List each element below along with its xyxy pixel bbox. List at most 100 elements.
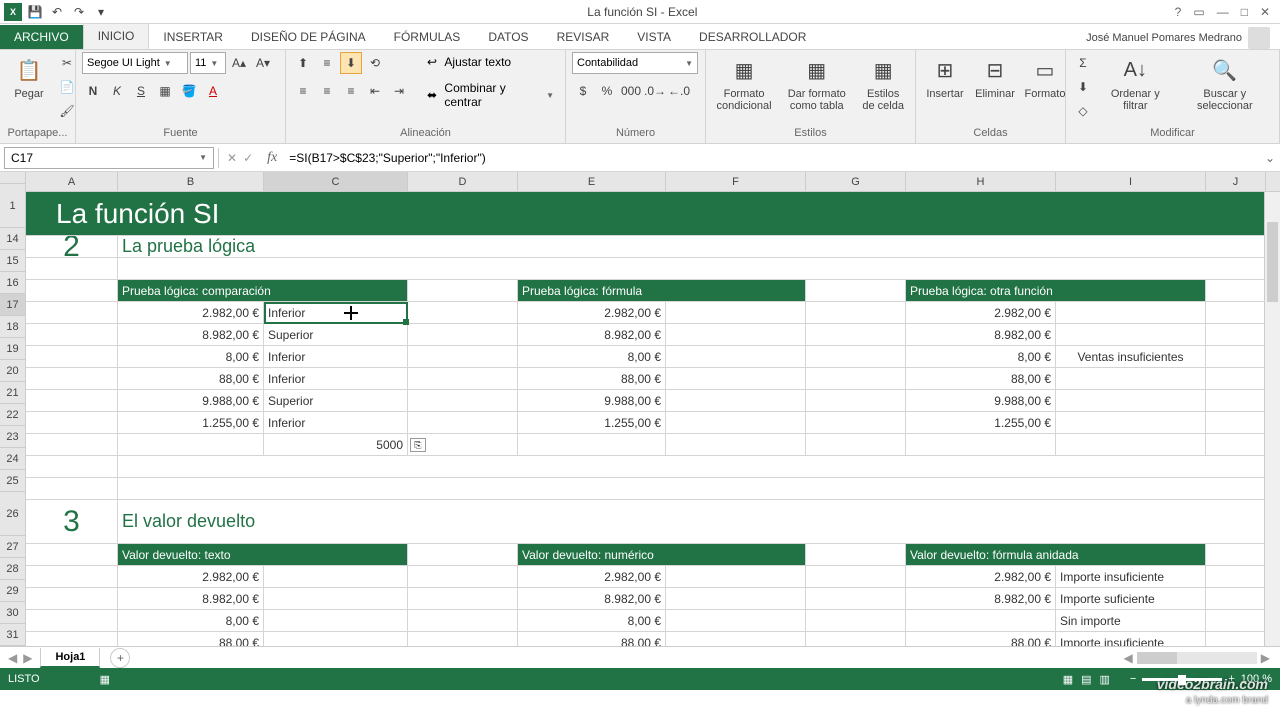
zoom-slider[interactable] <box>1142 678 1222 681</box>
col-header[interactable]: C <box>264 172 408 191</box>
thousands-icon[interactable]: 000 <box>620 80 642 102</box>
avatar[interactable] <box>1248 27 1270 49</box>
row-header[interactable]: 20 <box>0 360 25 382</box>
col-header[interactable]: E <box>518 172 666 191</box>
cut-icon[interactable]: ✂ <box>56 52 78 74</box>
scroll-thumb[interactable] <box>1267 222 1278 302</box>
cell[interactable]: La prueba lógica <box>118 236 1266 257</box>
tab-archivo[interactable]: ARCHIVO <box>0 25 83 49</box>
minimize-icon[interactable]: — <box>1217 5 1229 19</box>
format-cells-button[interactable]: ▭Formato <box>1022 52 1068 102</box>
add-sheet-button[interactable]: + <box>110 648 130 668</box>
formula-input[interactable]: =SI(B17>$C$23;"Superior";"Inferior") <box>283 151 1260 165</box>
tab-diseno[interactable]: DISEÑO DE PÁGINA <box>237 25 380 49</box>
col-header[interactable]: J <box>1206 172 1266 191</box>
align-middle-icon[interactable]: ≡ <box>316 52 338 74</box>
col-header[interactable]: B <box>118 172 264 191</box>
row-header[interactable]: 18 <box>0 316 25 338</box>
sheet-nav-prev-icon[interactable]: ◀ <box>8 651 17 665</box>
sheet-nav-next-icon[interactable]: ▶ <box>23 651 32 665</box>
row-header[interactable]: 15 <box>0 250 25 272</box>
tab-inicio[interactable]: INICIO <box>83 23 150 49</box>
macro-record-icon[interactable]: ▦ <box>100 673 110 686</box>
view-normal-icon[interactable]: ▦ <box>1063 673 1073 686</box>
col-header[interactable]: D <box>408 172 518 191</box>
fill-icon[interactable]: ⬇ <box>1072 76 1094 98</box>
cell[interactable]: Prueba lógica: comparación <box>118 280 408 301</box>
align-top-icon[interactable]: ⬆ <box>292 52 314 74</box>
decrease-decimal-icon[interactable]: ←.0 <box>668 80 690 102</box>
cell[interactable] <box>26 280 118 301</box>
row-header[interactable]: 19 <box>0 338 25 360</box>
cell[interactable] <box>26 258 118 279</box>
tab-datos[interactable]: DATOS <box>474 25 542 49</box>
cell[interactable]: Prueba lógica: fórmula <box>518 280 806 301</box>
help-icon[interactable]: ? <box>1175 5 1182 19</box>
cell-title[interactable]: La función SI <box>26 192 1266 235</box>
decrease-font-icon[interactable]: A▾ <box>252 52 274 74</box>
align-center-icon[interactable]: ≡ <box>316 80 338 102</box>
fx-icon[interactable]: fx <box>261 150 283 166</box>
increase-font-icon[interactable]: A▴ <box>228 52 250 74</box>
hscroll-left-icon[interactable]: ◀ <box>1124 651 1133 665</box>
tab-desarrollador[interactable]: DESARROLLADOR <box>685 25 820 49</box>
align-right-icon[interactable]: ≡ <box>340 80 362 102</box>
row-header[interactable]: 17 <box>0 294 25 316</box>
autofill-options-icon[interactable]: ⎘ <box>410 438 426 452</box>
fill-color-icon[interactable]: 🪣 <box>178 80 200 102</box>
view-page-layout-icon[interactable]: ▤ <box>1081 673 1091 686</box>
row-header[interactable]: 30 <box>0 602 25 624</box>
tab-insertar[interactable]: INSERTAR <box>149 25 237 49</box>
cell[interactable] <box>806 280 906 301</box>
col-header[interactable]: F <box>666 172 806 191</box>
expand-formula-icon[interactable]: ⌄ <box>1260 151 1280 165</box>
row-header[interactable]: 24 <box>0 448 25 470</box>
delete-cells-button[interactable]: ⊟Eliminar <box>972 52 1018 102</box>
cell[interactable]: Prueba lógica: otra función <box>906 280 1206 301</box>
save-icon[interactable]: 💾 <box>26 3 44 21</box>
enter-formula-icon[interactable]: ✓ <box>243 151 253 165</box>
row-header[interactable]: 25 <box>0 470 25 492</box>
maximize-icon[interactable]: □ <box>1241 5 1248 19</box>
horizontal-scrollbar[interactable] <box>1137 652 1257 664</box>
row-header[interactable]: 29 <box>0 580 25 602</box>
row-header[interactable]: 28 <box>0 558 25 580</box>
number-format-combo[interactable]: Contabilidad▼ <box>572 52 698 74</box>
tab-revisar[interactable]: REVISAR <box>543 25 624 49</box>
increase-indent-icon[interactable]: ⇥ <box>388 80 410 102</box>
zoom-out-icon[interactable]: − <box>1130 673 1136 685</box>
row-header[interactable]: 1 <box>0 184 25 228</box>
col-header[interactable]: I <box>1056 172 1206 191</box>
autosum-icon[interactable]: Σ <box>1072 52 1094 74</box>
cell[interactable] <box>1206 280 1266 301</box>
cancel-formula-icon[interactable]: ✕ <box>227 151 237 165</box>
row-header[interactable]: 21 <box>0 382 25 404</box>
format-as-table-button[interactable]: ▦Dar formato como tabla <box>780 52 853 114</box>
tab-formulas[interactable]: FÓRMULAS <box>380 25 475 49</box>
ribbon-options-icon[interactable]: ▭ <box>1193 5 1204 19</box>
font-color-icon[interactable]: A <box>202 80 224 102</box>
conditional-format-button[interactable]: ▦Formato condicional <box>712 52 776 114</box>
increase-decimal-icon[interactable]: .0→ <box>644 80 666 102</box>
redo-icon[interactable]: ↷ <box>70 3 88 21</box>
bold-button[interactable]: N <box>82 80 104 102</box>
undo-icon[interactable]: ↶ <box>48 3 66 21</box>
underline-button[interactable]: S <box>130 80 152 102</box>
cell[interactable] <box>118 258 1266 279</box>
merge-center-button[interactable]: ⬌ Combinar y centrar▼ <box>422 78 559 112</box>
wrap-text-button[interactable]: ↩ Ajustar texto <box>422 52 559 72</box>
copy-icon[interactable]: 📄 <box>56 76 78 98</box>
borders-icon[interactable]: ▦ <box>154 80 176 102</box>
col-header[interactable]: H <box>906 172 1056 191</box>
italic-button[interactable]: K <box>106 80 128 102</box>
row-header[interactable]: 31 <box>0 624 25 646</box>
cell[interactable] <box>408 280 518 301</box>
align-left-icon[interactable]: ≡ <box>292 80 314 102</box>
percent-icon[interactable]: % <box>596 80 618 102</box>
font-name-combo[interactable]: Segoe UI Light▼ <box>82 52 188 74</box>
row-header[interactable]: 26 <box>0 492 25 536</box>
row-header[interactable]: 23 <box>0 426 25 448</box>
row-header[interactable]: 27 <box>0 536 25 558</box>
paste-button[interactable]: 📋 Pegar <box>6 52 52 102</box>
orientation-icon[interactable]: ⟲ <box>364 52 386 74</box>
